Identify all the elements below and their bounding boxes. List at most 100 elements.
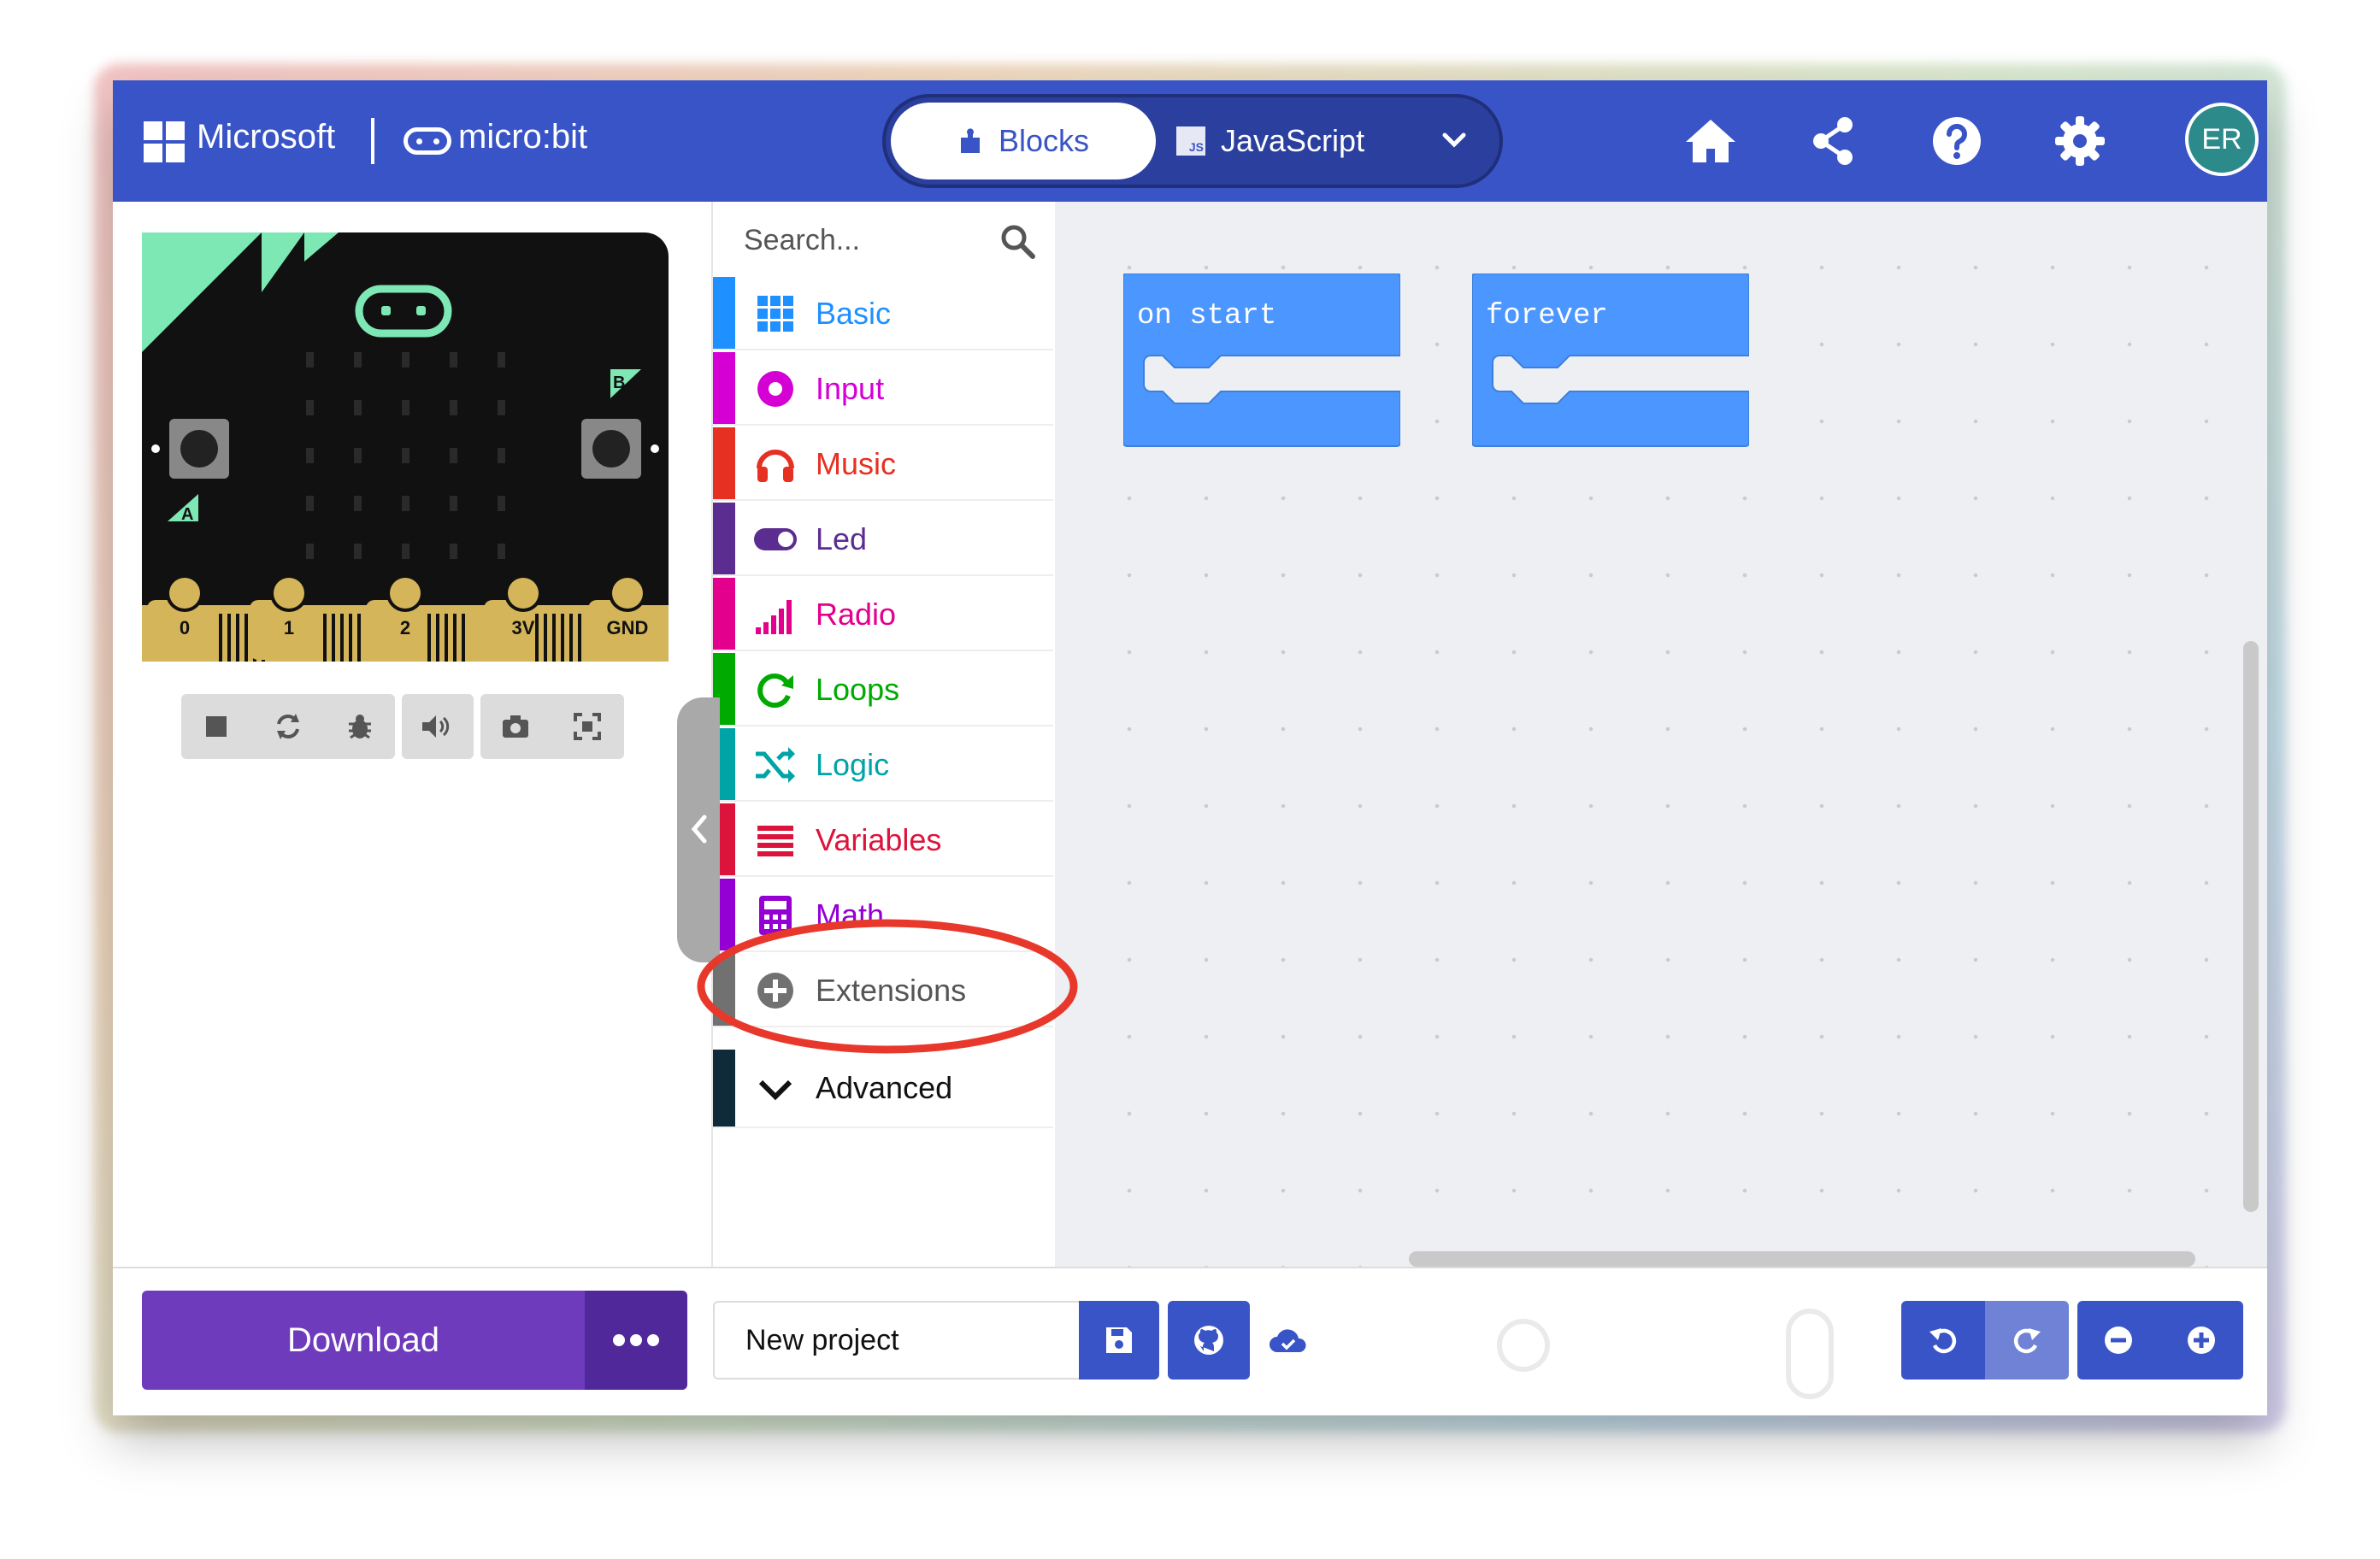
grid-icon [757, 296, 793, 332]
on-start-label: on start [1137, 300, 1276, 332]
fullscreen-button[interactable] [552, 694, 622, 759]
category-loops[interactable]: Loops [713, 653, 1053, 727]
pin-label: 1 [284, 617, 294, 638]
makecode-window: Microsoft micro:bit Blocks JS JavaScript [113, 80, 2267, 1415]
category-label: Variables [816, 822, 942, 857]
mute-button[interactable] [402, 694, 472, 759]
category-logic[interactable]: Logic [713, 728, 1053, 802]
pin-label: GND [607, 617, 649, 638]
category-label: Radio [816, 597, 897, 632]
category-basic[interactable]: Basic [713, 277, 1053, 350]
category-label: Input [816, 371, 885, 406]
blocks-workspace[interactable]: on start forever [1055, 202, 2267, 1267]
button-a-label: A [181, 505, 193, 524]
headphones-icon [757, 450, 794, 482]
zoom-in-button[interactable] [2159, 1301, 2243, 1380]
save-button[interactable] [1079, 1301, 1159, 1380]
project-name-input[interactable]: New project [713, 1301, 1081, 1380]
microbit-brand[interactable]: micro:bit [458, 118, 587, 156]
tab-blocks-label: Blocks [998, 123, 1090, 158]
restart-button[interactable] [253, 694, 323, 759]
stop-icon [206, 716, 227, 737]
redo-button[interactable] [1985, 1301, 2069, 1380]
microsoft-logo-icon [144, 121, 185, 162]
debug-button[interactable] [325, 694, 395, 759]
editor-mode-toggle: Blocks JS JavaScript [882, 94, 1503, 188]
screenshot-button[interactable] [480, 694, 551, 759]
sound-icon [422, 715, 450, 738]
search-icon[interactable] [999, 222, 1036, 260]
sim-controls-group-1 [181, 694, 395, 759]
category-radio[interactable]: Radio [713, 578, 1053, 651]
list-icon [757, 826, 793, 856]
refresh-icon [757, 674, 793, 708]
shuffle-icon [756, 747, 795, 783]
more-dots-icon [613, 1334, 659, 1346]
tab-blocks[interactable]: Blocks [891, 103, 1156, 179]
user-avatar[interactable]: ER [2185, 103, 2259, 176]
stop-button[interactable] [181, 694, 251, 759]
category-label: Logic [816, 747, 890, 782]
button-b-label: B [613, 374, 625, 392]
download-button[interactable]: Download [142, 1291, 585, 1390]
fullscreen-icon [574, 713, 601, 740]
category-label: Loops [816, 672, 900, 707]
zoom-out-button[interactable] [2077, 1301, 2159, 1380]
category-label: Advanced [816, 1070, 953, 1105]
toolbox-search[interactable]: Search... [713, 202, 1055, 277]
brand-divider [371, 118, 374, 164]
category-input[interactable]: Input [713, 352, 1053, 426]
pin-label: 3V [512, 617, 535, 638]
cloud-icon[interactable] [1269, 1321, 1308, 1361]
github-button[interactable] [1168, 1301, 1250, 1380]
zoom-in-icon [2188, 1327, 2215, 1354]
workspace-horizontal-scrollbar[interactable] [1409, 1251, 2195, 1267]
microsoft-brand: Microsoft [197, 118, 336, 156]
category-led[interactable]: Led [713, 503, 1053, 576]
home-icon[interactable] [1682, 113, 1739, 169]
zoom-out-icon [2105, 1327, 2132, 1354]
save-icon [1106, 1327, 1132, 1353]
screenshot-icon [503, 715, 528, 738]
footer-bar: Download New project [113, 1267, 2267, 1415]
category-music[interactable]: Music [713, 427, 1053, 501]
category-advanced[interactable]: Advanced [713, 1050, 1053, 1128]
extensions-highlight-circle [697, 919, 1078, 1054]
more-options-button[interactable] [585, 1291, 687, 1390]
decorative-background-icon [1497, 1309, 1834, 1399]
input-circle-icon [757, 371, 793, 407]
header-bar: Microsoft micro:bit Blocks JS JavaScript [113, 80, 2267, 202]
tab-javascript[interactable]: JS JavaScript [1176, 103, 1407, 179]
pin-label: 0 [180, 617, 190, 638]
toggle-icon [754, 528, 797, 550]
forever-label: forever [1486, 300, 1608, 332]
help-icon[interactable] [1929, 113, 1985, 169]
chevron-down-icon [758, 1080, 792, 1101]
puzzle-icon [960, 128, 980, 153]
share-icon[interactable] [1806, 113, 1862, 169]
undo-icon [1929, 1328, 1957, 1354]
sim-controls-group-2 [402, 694, 474, 759]
tab-javascript-label: JavaScript [1221, 123, 1365, 158]
category-variables[interactable]: Variables [713, 803, 1053, 877]
chevron-down-icon[interactable] [1433, 118, 1476, 161]
category-label: Led [816, 521, 868, 556]
chevron-left-icon [691, 815, 707, 844]
on-start-block[interactable]: on start [1123, 274, 1400, 456]
pin-label: 2 [400, 617, 410, 638]
signal-bars-icon [756, 600, 792, 634]
category-label: Music [816, 446, 897, 481]
undo-button[interactable] [1901, 1301, 1985, 1380]
debug-icon [349, 715, 371, 739]
github-icon [1194, 1326, 1223, 1355]
sim-controls-group-3 [480, 694, 624, 759]
toolbox: Search... Basic Input Music Led Radio Lo… [711, 202, 1055, 1267]
workspace-vertical-scrollbar[interactable] [2243, 641, 2259, 1212]
microbit-simulator[interactable]: A B 0 1 2 3V GND [142, 232, 669, 662]
microbit-logo-icon [404, 127, 451, 155]
forever-block[interactable]: forever [1472, 274, 1749, 456]
category-label: Basic [816, 296, 892, 331]
search-input[interactable]: Search... [744, 224, 860, 257]
redo-icon [2013, 1328, 2041, 1354]
gear-icon[interactable] [2052, 113, 2108, 169]
